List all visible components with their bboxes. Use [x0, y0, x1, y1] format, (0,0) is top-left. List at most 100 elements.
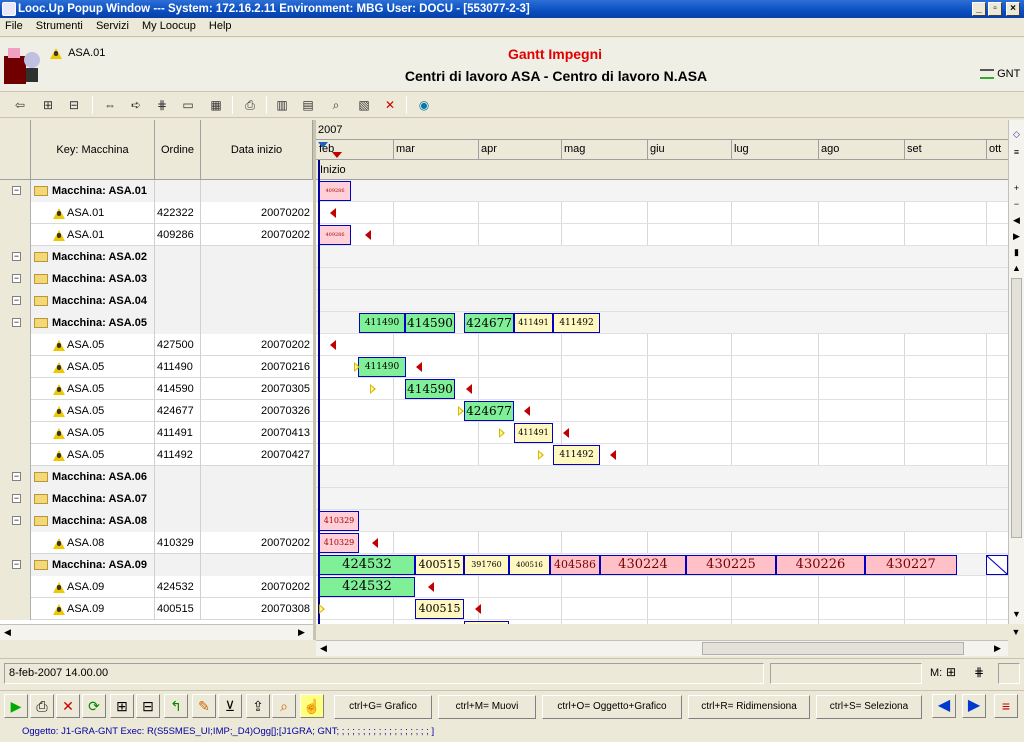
start-marker-icon[interactable]: [538, 450, 544, 460]
gantt-bar[interactable]: 410329: [319, 533, 359, 553]
gantt-bar[interactable]: 409286: [319, 181, 351, 201]
scroll-up-icon[interactable]: ▲: [1009, 260, 1024, 276]
row-header[interactable]: [0, 444, 31, 466]
row-header[interactable]: [0, 422, 31, 444]
end-marker-icon[interactable]: [466, 384, 472, 394]
gantt-bar[interactable]: 430226: [776, 555, 865, 575]
table-row[interactable]: ASA.05 427500 20070202: [0, 334, 313, 356]
table-row[interactable]: ASA.05 424677 20070326: [0, 400, 313, 422]
refresh-icon[interactable]: ⟳: [82, 694, 106, 718]
grid-icon[interactable]: ▦: [206, 95, 226, 115]
minimize-button[interactable]: _: [972, 2, 986, 16]
collapse-toggle-icon[interactable]: −: [12, 252, 21, 261]
scroll-right-icon[interactable]: ▶: [1009, 228, 1024, 244]
row-header[interactable]: −: [0, 246, 31, 268]
gantt-bar[interactable]: 424677: [464, 401, 514, 421]
row-header[interactable]: [0, 356, 31, 378]
collapse-toggle-icon[interactable]: −: [12, 560, 21, 569]
gantt-bar[interactable]: 411490: [358, 357, 406, 377]
hierarchy-icon[interactable]: ⊞: [946, 665, 956, 679]
end-marker-icon[interactable]: [524, 406, 530, 416]
row-header[interactable]: [0, 224, 31, 246]
vertical-scroll-thumb[interactable]: [1011, 278, 1022, 538]
row-header[interactable]: −: [0, 312, 31, 334]
table-row[interactable]: ASA.05 411491 20070413: [0, 422, 313, 444]
move-icon[interactable]: ➪: [126, 95, 146, 115]
end-marker-icon[interactable]: [610, 450, 616, 460]
row-header[interactable]: [0, 576, 31, 598]
end-marker-icon[interactable]: [428, 582, 434, 592]
table-row[interactable]: ASA.05 411492 20070427: [0, 444, 313, 466]
menu-my-loocup[interactable]: My Loocup: [137, 18, 201, 32]
start-marker-icon[interactable]: [499, 428, 505, 438]
gantt-bar[interactable]: 430227: [865, 555, 957, 575]
grid-scroll-right-icon[interactable]: ▶: [298, 627, 305, 638]
gantt-bar[interactable]: 411491: [514, 423, 553, 443]
table-icon[interactable]: ▥: [272, 95, 292, 115]
export-icon[interactable]: ▤: [298, 95, 318, 115]
shortcut-grafico-button[interactable]: ctrl+G= Grafico: [334, 695, 432, 719]
maximize-button[interactable]: ▫: [988, 2, 1002, 16]
end-marker-icon[interactable]: [365, 230, 371, 240]
group-row[interactable]: − Macchina: ASA.06: [0, 466, 313, 488]
search-icon[interactable]: ⌕: [326, 95, 346, 115]
menu-servizi[interactable]: Servizi: [91, 18, 134, 32]
today-marker-icon[interactable]: [332, 152, 342, 158]
return-icon[interactable]: ↰: [164, 694, 188, 718]
gnt-indicator[interactable]: GNT: [980, 68, 1020, 80]
collapse-toggle-icon[interactable]: −: [12, 296, 21, 305]
collapse-toggle-icon[interactable]: −: [12, 494, 21, 503]
zoom-in-icon[interactable]: +: [1009, 180, 1024, 196]
close-button[interactable]: ×: [1006, 2, 1020, 16]
columns-grid-icon[interactable]: ⋕: [974, 665, 984, 679]
gantt-scroll-right-icon[interactable]: ▶: [994, 643, 1001, 654]
table-row[interactable]: ASA.09 400515 20070308: [0, 598, 313, 620]
next-icon[interactable]: ▶: [962, 694, 986, 718]
table-row[interactable]: ASA.05 414590 20070305: [0, 378, 313, 400]
group-row[interactable]: − Macchina: ASA.02: [0, 246, 313, 268]
gantt-bar[interactable]: 391760: [464, 621, 509, 624]
row-header[interactable]: −: [0, 510, 31, 532]
end-marker-icon[interactable]: [416, 362, 422, 372]
table-row[interactable]: ASA.01 409286 20070202: [0, 224, 313, 246]
gantt-bar[interactable]: 400515: [415, 599, 464, 619]
table-row[interactable]: ASA.08 410329 20070202: [0, 532, 313, 554]
scroll-left-icon[interactable]: ◀: [1009, 212, 1024, 228]
gantt-bar[interactable]: 424532: [319, 555, 415, 575]
print-icon[interactable]: ⎙: [240, 95, 260, 115]
gantt-bar[interactable]: 404586: [550, 555, 600, 575]
group-row[interactable]: − Macchina: ASA.08: [0, 510, 313, 532]
fit-width-icon[interactable]: ⇔: [100, 95, 120, 115]
tree-collapse-icon[interactable]: ⊟: [64, 95, 84, 115]
gantt-bar[interactable]: 430225: [686, 555, 776, 575]
eye-icon[interactable]: ◉: [414, 95, 434, 115]
gantt-bar[interactable]: 411492: [553, 445, 600, 465]
gantt-bar[interactable]: 411492: [553, 313, 600, 333]
gantt-bar[interactable]: 410329: [319, 511, 359, 531]
row-header[interactable]: [0, 532, 31, 554]
collapse-toggle-icon[interactable]: −: [12, 274, 21, 283]
tree-expand-icon[interactable]: ⊞: [38, 95, 58, 115]
table-row[interactable]: ASA.01 422322 20070202: [0, 202, 313, 224]
menu-help[interactable]: Help: [204, 18, 237, 32]
row-header[interactable]: [0, 598, 31, 620]
zoom-out-icon[interactable]: −: [1009, 196, 1024, 212]
pause-icon[interactable]: ▮: [1009, 244, 1024, 260]
grid-horizontal-scrollbar[interactable]: ◀ ▶: [0, 624, 313, 640]
gantt-bar[interactable]: 430224: [600, 555, 686, 575]
collapse-toggle-icon[interactable]: −: [12, 516, 21, 525]
end-marker-icon[interactable]: [372, 538, 378, 548]
gantt-scroll-thumb[interactable]: [702, 642, 964, 655]
row-header[interactable]: −: [0, 488, 31, 510]
cart-icon[interactable]: ⊻: [218, 694, 242, 718]
column-header-data-inizio[interactable]: Data inizio: [201, 120, 313, 180]
menu-strumenti[interactable]: Strumenti: [31, 18, 88, 32]
gantt-bar[interactable]: 400515: [415, 555, 464, 575]
group-row[interactable]: − Macchina: ASA.07: [0, 488, 313, 510]
start-marker-icon[interactable]: [354, 362, 360, 372]
row-header[interactable]: −: [0, 554, 31, 576]
list-menu-icon[interactable]: ≡: [994, 694, 1018, 718]
pointer-icon[interactable]: ☝: [300, 694, 324, 718]
end-marker-icon[interactable]: [330, 208, 336, 218]
collapse-toggle-icon[interactable]: −: [12, 318, 21, 327]
